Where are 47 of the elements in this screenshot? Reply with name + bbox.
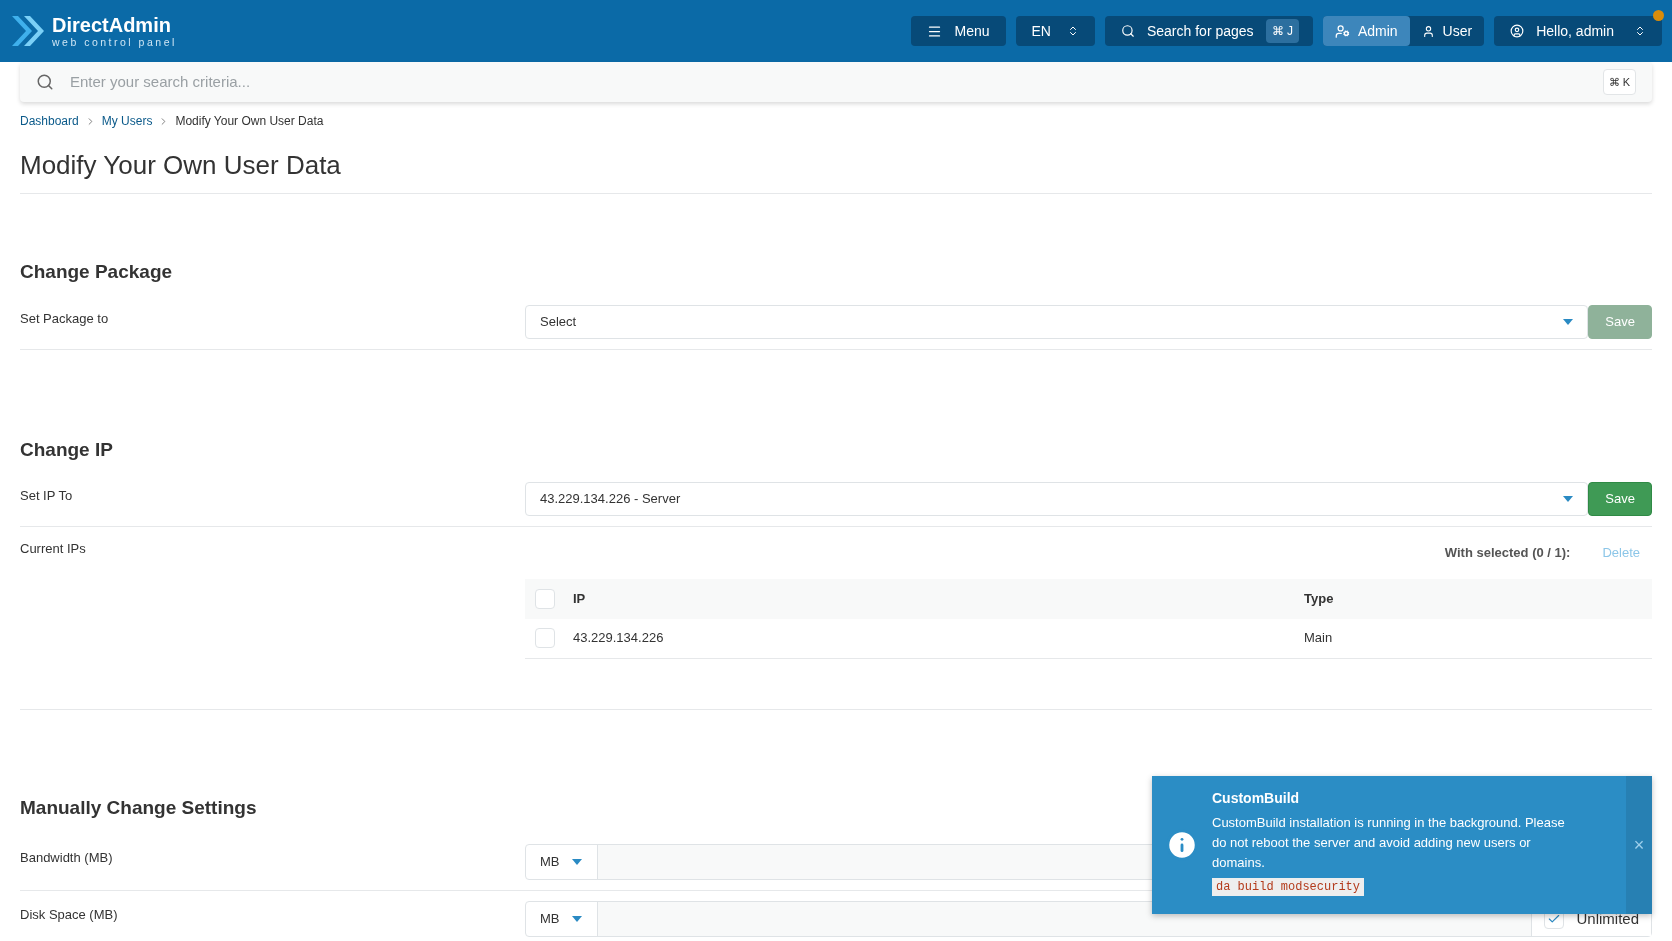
caret-icon (1563, 318, 1574, 325)
field-label: Set Package to (20, 309, 110, 328)
field-label: Bandwidth (MB) (20, 849, 114, 867)
breadcrumb-link[interactable]: My Users (101, 112, 153, 130)
caret-icon (571, 916, 582, 922)
logo-tagline: web control panel (52, 36, 177, 48)
shortcut-key: ⌘ J (1265, 19, 1299, 43)
search-field[interactable]: Enter your search criteria... ⌘ K (20, 62, 1652, 102)
toast-title: CustomBuild (1212, 789, 1301, 808)
user-circle-icon (1510, 24, 1525, 38)
breadcrumb-link[interactable]: Dashboard (20, 112, 79, 130)
package-select[interactable]: Select (525, 304, 1589, 339)
section-heading: Change IP (20, 437, 114, 462)
page-search-button[interactable]: Search for pages ⌘ J (1104, 16, 1313, 46)
search-icon (36, 73, 54, 91)
user-gear-icon (1334, 23, 1350, 39)
user-icon (1421, 24, 1435, 38)
column-header: IP (573, 589, 587, 608)
column-header: Type (1304, 589, 1334, 608)
caret-icon (571, 859, 582, 865)
section-heading: Manually Change Settings (20, 795, 257, 820)
checkbox[interactable] (535, 588, 555, 609)
field-label: Current IPs (20, 540, 87, 558)
search-input[interactable]: Enter your search criteria... (70, 70, 1587, 94)
updown-icon (1634, 25, 1646, 37)
save-button[interactable]: Save (1588, 482, 1652, 516)
logo-name: DirectAdmin (52, 14, 172, 35)
page-title: Modify Your Own User Data (20, 146, 1652, 194)
table-cell-text: Main (1304, 629, 1333, 648)
command-code: da build modsecurity (1212, 878, 1365, 896)
mode-tab[interactable]: Admin (1322, 16, 1410, 46)
language-select[interactable]: EN (1015, 16, 1095, 46)
shortcut-key: ⌘ K (1602, 68, 1636, 96)
section-heading: Change Package (20, 260, 174, 284)
menu-icon (927, 23, 943, 39)
caret-icon (1563, 496, 1574, 502)
user-menu[interactable]: Hello, admin (1494, 16, 1662, 46)
table-cell-text: 43.229.134.226 (573, 629, 665, 648)
ip-select[interactable]: 43.229.134.226 - Server (525, 482, 1589, 516)
breadcrumb-current: Modify Your Own User Data (175, 113, 324, 130)
mode-tab[interactable]: User (1409, 16, 1485, 46)
field-label: Set IP To (20, 487, 74, 505)
search-icon (1120, 24, 1135, 38)
selection-count: With selected (0 / 1): (1444, 544, 1571, 562)
menu-button[interactable]: Menu (911, 16, 1006, 46)
field-label: Disk Space (MB) (20, 906, 119, 924)
checkbox[interactable] (535, 628, 555, 648)
